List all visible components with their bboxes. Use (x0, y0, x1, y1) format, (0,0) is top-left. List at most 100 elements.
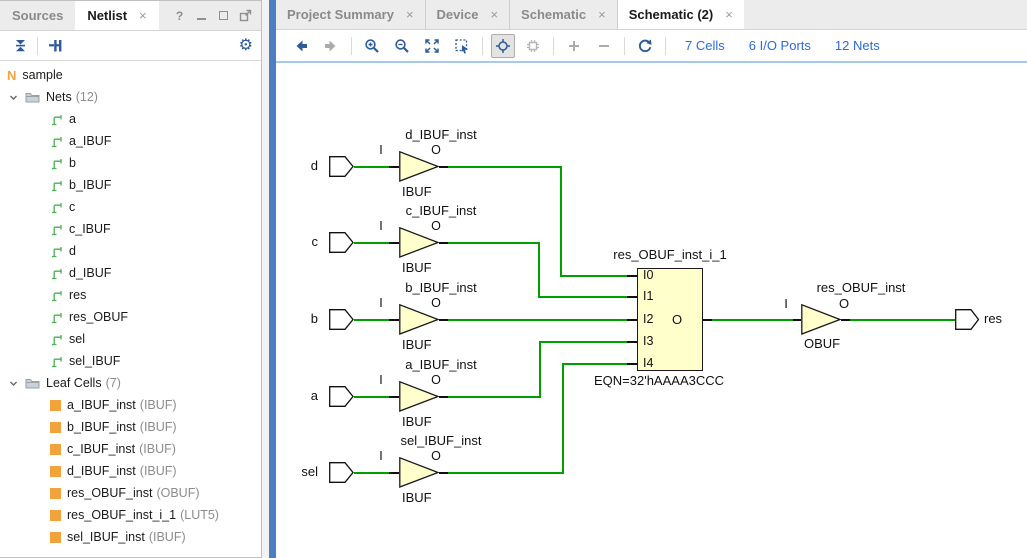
pin-stub (439, 242, 448, 244)
netlist-panel: Sources Netlist × ? ⚙ N sample (0, 0, 262, 558)
nets-count-link[interactable]: 12 Nets (835, 38, 880, 53)
add-cell-button[interactable] (521, 34, 545, 58)
tab-sources[interactable]: Sources (0, 1, 75, 30)
input-port-a[interactable] (329, 386, 354, 407)
zoom-out-button[interactable] (390, 34, 414, 58)
maximize-icon[interactable] (217, 9, 230, 22)
close-icon[interactable]: × (598, 7, 606, 22)
tree-net-res[interactable]: res (0, 284, 261, 306)
net-wire[interactable] (560, 275, 627, 277)
tree-net-sel_IBUF[interactable]: sel_IBUF (0, 350, 261, 372)
float-icon[interactable] (239, 9, 252, 22)
input-port-c[interactable] (329, 232, 354, 253)
net-wire[interactable] (850, 319, 955, 321)
tree-net-c[interactable]: c (0, 196, 261, 218)
tree-cell-d_IBUF_inst[interactable]: d_IBUF_inst(IBUF) (0, 460, 261, 482)
close-icon[interactable]: × (139, 8, 147, 23)
tree-net-d[interactable]: d (0, 240, 261, 262)
forward-button[interactable] (319, 34, 343, 58)
tab-project-summary[interactable]: Project Summary × (276, 0, 426, 29)
panel-divider[interactable] (269, 0, 276, 558)
tree-cell-res_OBUF_inst_i_1[interactable]: res_OBUF_inst_i_1(LUT5) (0, 504, 261, 526)
output-port-res[interactable] (955, 309, 980, 330)
zoom-fit-button[interactable] (420, 34, 444, 58)
input-port-b[interactable] (329, 309, 354, 330)
pin-stub (627, 319, 637, 321)
netlist-root-icon: N (7, 68, 16, 83)
net-icon (50, 267, 63, 280)
net-wire[interactable] (448, 319, 627, 321)
net-wire[interactable] (354, 396, 389, 398)
autofit-selection-button[interactable] (491, 34, 515, 58)
collapse-all-button[interactable] (8, 34, 32, 58)
net-wire[interactable] (354, 319, 389, 321)
net-wire[interactable] (712, 319, 793, 321)
net-wire[interactable] (354, 166, 389, 168)
tab-schematic-2[interactable]: Schematic (2) × (618, 0, 744, 29)
pin-stub (627, 296, 637, 298)
minimize-icon[interactable] (195, 9, 208, 22)
plus-button[interactable] (562, 34, 586, 58)
instance-label: res_OBUF_inst (771, 280, 951, 295)
net-wire[interactable] (448, 166, 561, 168)
net-wire[interactable] (539, 341, 541, 398)
tree-root-sample[interactable]: N sample (0, 64, 261, 86)
schematic-canvas[interactable]: d I O d_IBUF_inst IBUF c I O c_IBUF_inst… (276, 63, 1027, 558)
tree-net-sel[interactable]: sel (0, 328, 261, 350)
scroll-to-selected-button[interactable] (43, 34, 67, 58)
tree-folder-nets[interactable]: Nets (12) (0, 86, 261, 108)
input-port-d[interactable] (329, 156, 354, 177)
back-button[interactable] (289, 34, 313, 58)
close-icon[interactable]: × (406, 7, 414, 22)
tree-cell-c_IBUF_inst[interactable]: c_IBUF_inst(IBUF) (0, 438, 261, 460)
gear-icon[interactable]: ⚙ (239, 38, 253, 54)
tree-cell-b_IBUF_inst[interactable]: b_IBUF_inst(IBUF) (0, 416, 261, 438)
tree-net-b_IBUF[interactable]: b_IBUF (0, 174, 261, 196)
pin-stub (627, 275, 637, 277)
input-port-sel[interactable] (329, 462, 354, 483)
pin-stub (703, 319, 712, 321)
pin-stub (627, 363, 637, 365)
net-wire[interactable] (538, 296, 627, 298)
port-label: a (276, 388, 318, 403)
net-wire[interactable] (560, 166, 562, 277)
cells-count-link[interactable]: 7 Cells (685, 38, 725, 53)
tree-cell-res_OBUF_inst[interactable]: res_OBUF_inst(OBUF) (0, 482, 261, 504)
tab-schematic[interactable]: Schematic × (510, 0, 618, 29)
tree-cell-a_IBUF_inst[interactable]: a_IBUF_inst(IBUF) (0, 394, 261, 416)
close-icon[interactable]: × (490, 7, 498, 22)
close-icon[interactable]: × (725, 7, 733, 22)
refresh-button[interactable] (633, 34, 657, 58)
net-wire[interactable] (354, 472, 389, 474)
tree-net-c_IBUF[interactable]: c_IBUF (0, 218, 261, 240)
net-wire[interactable] (538, 242, 540, 298)
net-wire[interactable] (562, 363, 627, 365)
tree-net-a[interactable]: a (0, 108, 261, 130)
net-wire[interactable] (354, 242, 389, 244)
zoom-selection-button[interactable] (450, 34, 474, 58)
zoom-in-button[interactable] (360, 34, 384, 58)
tree-net-b[interactable]: b (0, 152, 261, 174)
net-wire[interactable] (448, 242, 539, 244)
chevron-down-icon[interactable] (8, 92, 19, 103)
tab-device[interactable]: Device × (426, 0, 511, 29)
io-ports-count-link[interactable]: 6 I/O Ports (749, 38, 811, 53)
pin-stub (841, 319, 850, 321)
cell-type-label: OBUF (804, 336, 840, 351)
tree-net-d_IBUF[interactable]: d_IBUF (0, 262, 261, 284)
net-wire[interactable] (448, 472, 563, 474)
net-wire[interactable] (539, 341, 627, 343)
net-wire[interactable] (448, 396, 540, 398)
net-wire[interactable] (562, 363, 564, 474)
net-icon (50, 201, 63, 214)
help-icon[interactable]: ? (173, 9, 186, 22)
tree-cell-sel_IBUF_inst[interactable]: sel_IBUF_inst(IBUF) (0, 526, 261, 548)
cell-icon (50, 444, 61, 455)
tree-net-a_IBUF[interactable]: a_IBUF (0, 130, 261, 152)
minus-button[interactable] (592, 34, 616, 58)
tree-net-res_OBUF[interactable]: res_OBUF (0, 306, 261, 328)
chevron-down-icon[interactable] (8, 378, 19, 389)
tree-folder-leaf-cells[interactable]: Leaf Cells (7) (0, 372, 261, 394)
tab-netlist[interactable]: Netlist × (75, 1, 158, 30)
pin-stub (439, 396, 448, 398)
